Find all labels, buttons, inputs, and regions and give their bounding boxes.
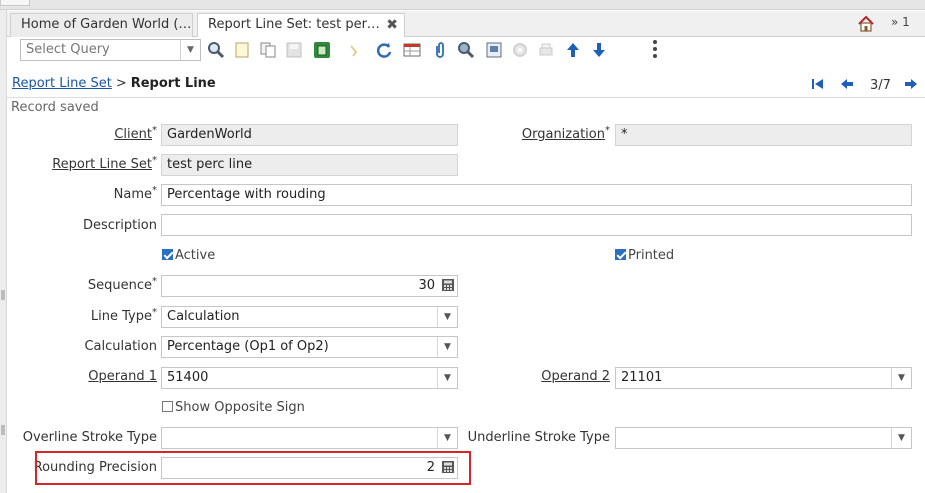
- line-type-label: Line Type*: [90, 307, 157, 324]
- attachment-icon[interactable]: [431, 41, 449, 59]
- active-checkbox[interactable]: Active: [162, 248, 215, 263]
- arrow-up-icon[interactable]: [564, 41, 582, 59]
- report-icon[interactable]: [485, 41, 503, 59]
- rounding-precision-highlight-box: [35, 451, 471, 485]
- grid-toggle-icon[interactable]: [403, 41, 421, 59]
- chevron-down-icon[interactable]: ▼: [437, 307, 457, 327]
- report-line-set-label[interactable]: Report Line Set*: [52, 155, 157, 172]
- tab-bar: Home of Garden World (14) Report Line Se…: [7, 11, 925, 38]
- select-query-placeholder: Select Query: [26, 42, 110, 57]
- chevron-down-icon[interactable]: ▼: [437, 368, 457, 388]
- tab-home[interactable]: Home of Garden World (14): [10, 13, 193, 37]
- edge-handle[interactable]: [1, 425, 5, 435]
- printed-checkbox[interactable]: Printed: [615, 248, 674, 263]
- tab-report-line-set[interactable]: Report Line Set: test perc ... ✖: [197, 13, 405, 38]
- search-icon[interactable]: [207, 41, 225, 59]
- operand-2-value: 21101: [621, 370, 663, 385]
- operand-1-value: 51400: [167, 370, 209, 385]
- underline-stroke-type-label: Underline Stroke Type: [467, 430, 610, 445]
- chevron-down-icon[interactable]: ▼: [437, 428, 457, 448]
- edge-handle[interactable]: [1, 290, 5, 300]
- record-counter: 3/7: [870, 78, 891, 93]
- printed-label: Printed: [628, 248, 675, 263]
- tab-active-label: Report Line Set: test perc ...: [208, 17, 380, 32]
- show-opposite-sign-label: Show Opposite Sign: [175, 400, 305, 415]
- description-label: Description: [82, 218, 157, 233]
- chevron-down-icon[interactable]: ▼: [891, 368, 911, 388]
- client-label[interactable]: Client*: [114, 125, 157, 142]
- breadcrumb-parent-link[interactable]: Report Line Set: [12, 76, 112, 91]
- overline-stroke-type-select[interactable]: ▼: [161, 427, 458, 449]
- more-tabs-indicator[interactable]: » 1: [891, 15, 910, 29]
- sequence-input[interactable]: 30: [161, 275, 458, 297]
- checkbox-checked-icon: [615, 249, 626, 260]
- organization-field: *: [615, 124, 912, 146]
- operand-2-select[interactable]: 21101 ▼: [615, 367, 912, 389]
- chevron-down-icon[interactable]: ▼: [891, 428, 911, 448]
- zoom-across-icon[interactable]: [457, 41, 475, 59]
- close-icon[interactable]: ✖: [386, 14, 398, 36]
- operand-2-label[interactable]: Operand 2: [541, 369, 610, 384]
- operand-1-select[interactable]: 51400 ▼: [161, 367, 458, 389]
- breadcrumb-current: Report Line: [130, 76, 216, 91]
- next-record-icon[interactable]: [904, 78, 918, 90]
- organization-label[interactable]: Organization*: [522, 125, 610, 142]
- line-type-value: Calculation: [167, 309, 240, 324]
- save-icon[interactable]: [285, 41, 303, 59]
- select-query-dropdown[interactable]: Select Query ▼: [20, 39, 201, 61]
- home-icon[interactable]: [857, 15, 875, 33]
- name-input[interactable]: Percentage with rouding: [161, 184, 912, 206]
- report-line-set-field: test perc line: [161, 154, 458, 176]
- copy-record-icon[interactable]: [259, 41, 277, 59]
- process-icon[interactable]: [511, 41, 529, 59]
- client-field: GardenWorld: [161, 124, 458, 146]
- overline-stroke-type-label: Overline Stroke Type: [22, 430, 157, 445]
- chevron-down-icon[interactable]: ▼: [180, 40, 200, 60]
- header-divider: [7, 97, 925, 98]
- calculator-icon[interactable]: [441, 278, 455, 292]
- calculation-value: Percentage (Op1 of Op2): [167, 339, 329, 354]
- status-message: Record saved: [11, 100, 99, 115]
- show-opposite-sign-checkbox[interactable]: Show Opposite Sign: [162, 400, 305, 415]
- line-type-select[interactable]: Calculation ▼: [161, 306, 458, 328]
- description-input[interactable]: [161, 214, 912, 236]
- checkbox-unchecked-icon: [162, 401, 173, 412]
- operand-1-label[interactable]: Operand 1: [88, 369, 157, 384]
- window-grip[interactable]: [0, 0, 30, 6]
- calculation-select[interactable]: Percentage (Op1 of Op2) ▼: [161, 336, 458, 358]
- chevron-down-icon[interactable]: ▼: [437, 337, 457, 357]
- left-edge-bar: [0, 10, 7, 493]
- sequence-label: Sequence*: [87, 276, 157, 293]
- breadcrumb-separator: >: [115, 76, 127, 91]
- breadcrumb: Report Line Set > Report Line: [12, 76, 216, 91]
- first-record-icon[interactable]: [811, 78, 825, 90]
- tab-home-label: Home of Garden World (14): [21, 17, 193, 32]
- checkbox-checked-icon: [162, 249, 173, 260]
- calculation-label: Calculation: [84, 339, 157, 354]
- kebab-menu-icon[interactable]: [652, 39, 658, 59]
- window-top-strip: [0, 0, 925, 10]
- underline-stroke-type-select[interactable]: ▼: [615, 427, 912, 449]
- delete-icon[interactable]: [313, 41, 331, 59]
- toolbar: Select Query ▼: [7, 37, 925, 69]
- refresh-icon[interactable]: [375, 41, 393, 59]
- name-label: Name*: [113, 185, 157, 202]
- sequence-value: 30: [418, 278, 435, 293]
- new-record-icon[interactable]: [233, 41, 251, 59]
- print-icon[interactable]: [537, 41, 555, 59]
- arrow-down-icon[interactable]: [590, 41, 608, 59]
- undo-icon[interactable]: [347, 41, 365, 59]
- previous-record-icon[interactable]: [840, 78, 854, 90]
- active-label: Active: [175, 248, 216, 263]
